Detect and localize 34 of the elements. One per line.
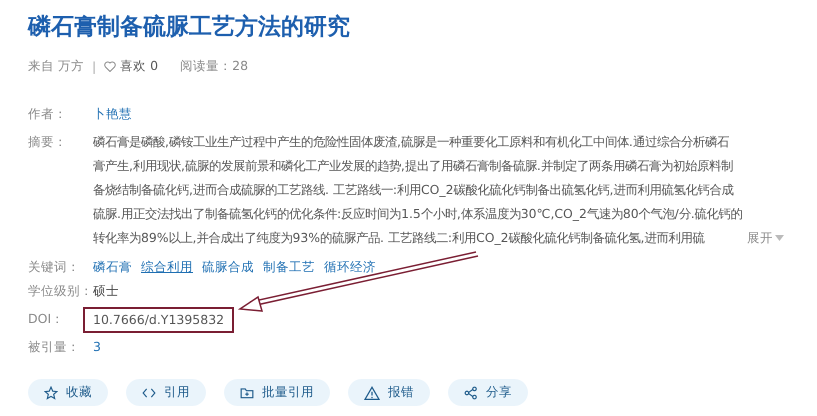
doi-value: 10.7666/d.Y1395832 [83, 307, 234, 333]
star-icon [44, 386, 58, 400]
action-button[interactable]: 引用 [126, 379, 206, 406]
field-label: 摘要： [28, 133, 68, 151]
field-label: 作者： [28, 105, 68, 123]
article-title: 磷石膏制备硫脲工艺方法的研究 [28, 13, 351, 42]
action-button[interactable]: 收藏 [28, 379, 108, 406]
warning-icon [364, 386, 380, 400]
field-label: DOI： [28, 310, 66, 328]
like-button[interactable]: 喜欢 0 [104, 58, 158, 74]
action-button[interactable]: 分享 [448, 379, 528, 406]
expand-link[interactable]: 展开 [746, 226, 784, 250]
field-label: 被引量： [28, 338, 81, 356]
abstract-text: 磷石膏是磷酸,磷铵工业生产过程中产生的危险性固体废渣,硫脲是一种重要化工原料和有机化工中间体.通过综合分析磷石 膏产生,利用现状,硫脲的发展前景和磷化工产业发展的趋势,提出了用磷石膏制备硫脲.并制定了两条用磷石膏为初始原料制 备烧结制备硫化钙,进而合成硫脲的工艺路线. 工艺路线一:利用CO_2碳酸化硫化钙制备出硫氢化钙,进而利用硫氢化钙合成 硫脲.用正交法找出了制备硫氢化钙的优化条件:反应时间为1.5个小时,体系温度为30℃,CO_2气速为80个气泡/分.硫化钙的 转化率为89%以上,并合成出了纯度为93%的硫脲产品. 工艺路线二:利用CO_2碳酸化硫化钙制备硫化氢,进而利用硫 [93, 133, 743, 247]
heart-icon [104, 60, 116, 72]
source-text: 来自 万方 [28, 58, 84, 74]
field-link[interactable]: 3 [93, 335, 101, 359]
code-icon [142, 386, 156, 398]
keyword-link[interactable]: 硫脲合成 [202, 255, 254, 279]
keyword-link[interactable]: 磷石膏 [93, 255, 132, 279]
folder-plus-icon [240, 386, 254, 398]
keyword-link[interactable]: 循环经济 [324, 255, 376, 279]
action-button[interactable]: 报错 [348, 379, 430, 406]
separator-text: | [92, 58, 96, 74]
keyword-link[interactable]: 制备工艺 [263, 255, 315, 279]
field-link[interactable]: 卜艳慧 [93, 102, 132, 126]
keyword-link[interactable]: 综合利用 [141, 255, 193, 279]
read-count: 阅读量：28 [180, 58, 248, 74]
action-button[interactable]: 批量引用 [224, 379, 330, 406]
caret-icon [774, 235, 784, 241]
field-value: 硕士 [93, 282, 119, 300]
share-icon [464, 386, 478, 400]
field-label: 关键词： [28, 258, 81, 276]
field-label: 学位级别： [28, 282, 93, 300]
